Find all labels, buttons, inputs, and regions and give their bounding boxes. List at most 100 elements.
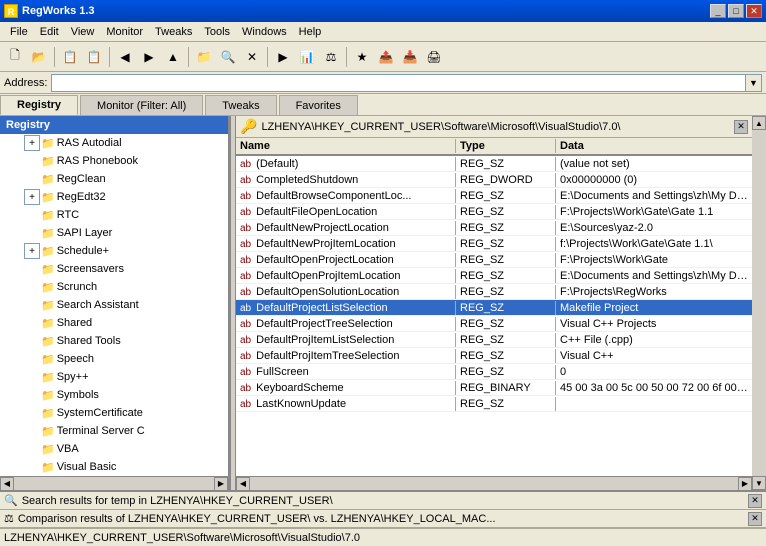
tb-open[interactable]: 📂 (28, 46, 50, 68)
expander-schedule[interactable]: + (24, 243, 40, 259)
minimize-button[interactable]: _ (710, 4, 726, 18)
address-dropdown-button[interactable]: ▼ (746, 74, 762, 92)
table-row[interactable]: ab CompletedShutdown REG_DWORD 0x0000000… (236, 172, 752, 188)
tree-item-visual-basic[interactable]: 📁 Visual Basic (0, 458, 228, 476)
tree-scroll-left-btn[interactable]: ◀ (0, 477, 14, 491)
tb-sep-4 (267, 47, 268, 67)
tab-favorites[interactable]: Favorites (279, 95, 358, 115)
row-name: ab DefaultOpenSolutionLocation (236, 285, 456, 299)
close-button[interactable]: ✕ (746, 4, 762, 18)
table-row[interactable]: ab LastKnownUpdate REG_SZ (236, 396, 752, 412)
tb-run[interactable]: ▶ (272, 46, 294, 68)
folder-icon-visual-basic: 📁 (41, 461, 55, 474)
menu-windows[interactable]: Windows (236, 24, 293, 40)
tb-bookmark[interactable]: ★ (351, 46, 373, 68)
tree-item-spy[interactable]: 📁 Spy++ (0, 368, 228, 386)
menu-file[interactable]: File (4, 24, 34, 40)
tree-item-symbols[interactable]: 📁 Symbols (0, 386, 228, 404)
maximize-button[interactable]: □ (728, 4, 744, 18)
tree-content[interactable]: + 📁 RAS Autodial 📁 RAS Phonebook 📁 RegCl… (0, 134, 228, 476)
tree-item-systemcertificate[interactable]: 📁 SystemCertificate (0, 404, 228, 422)
title-bar-left: R RegWorks 1.3 (4, 4, 95, 18)
col-header-name: Name (236, 139, 456, 153)
comparison-results-close-button[interactable]: ✕ (748, 512, 762, 526)
table-row[interactable]: ab DefaultProjectTreeSelection REG_SZ Vi… (236, 316, 752, 332)
tb-import[interactable]: 📥 (399, 46, 421, 68)
tree-item-ras-autodial[interactable]: + 📁 RAS Autodial (0, 134, 228, 152)
tree-item-vba[interactable]: 📁 VBA (0, 440, 228, 458)
tree-item-screensavers[interactable]: 📁 Screensavers (0, 260, 228, 278)
tb-search[interactable]: 🔍 (217, 46, 239, 68)
bottom-panels: 🔍 Search results for temp in LZHENYA\HKE… (0, 490, 766, 528)
tb-print[interactable]: 🖨 (423, 46, 445, 68)
table-horiz-scrollbar[interactable]: ◀ ▶ (236, 476, 752, 490)
table-row[interactable]: ab DefaultBrowseComponentLoc... REG_SZ E… (236, 188, 752, 204)
tree-item-shared[interactable]: 📁 Shared (0, 314, 228, 332)
tab-tweaks[interactable]: Tweaks (205, 95, 276, 115)
search-results-close-button[interactable]: ✕ (748, 494, 762, 508)
tb-folder[interactable]: 📁 (193, 46, 215, 68)
tab-registry[interactable]: Registry (0, 95, 78, 115)
tree-item-scrunch[interactable]: 📁 Scrunch (0, 278, 228, 296)
tree-item-regclean[interactable]: 📁 RegClean (0, 170, 228, 188)
tb-clear[interactable]: ✕ (241, 46, 263, 68)
table-row[interactable]: ab DefaultOpenProjItemLocation REG_SZ E:… (236, 268, 752, 284)
table-scroll-up-btn[interactable]: ▲ (752, 116, 766, 130)
table-row[interactable]: ab DefaultNewProjItemLocation REG_SZ f:\… (236, 236, 752, 252)
tb-forward[interactable]: ▶ (138, 46, 160, 68)
table-row[interactable]: ab DefaultProjItemTreeSelection REG_SZ V… (236, 348, 752, 364)
table-row[interactable]: ab DefaultProjItemListSelection REG_SZ C… (236, 332, 752, 348)
table-row-selected[interactable]: ab DefaultProjectListSelection REG_SZ Ma… (236, 300, 752, 316)
table-row[interactable]: ab DefaultOpenSolutionLocation REG_SZ F:… (236, 284, 752, 300)
table-body[interactable]: ab (Default) REG_SZ (value not set) ab C… (236, 156, 752, 476)
tb-back[interactable]: ◀ (114, 46, 136, 68)
menu-tools[interactable]: Tools (198, 24, 236, 40)
tree-item-schedule[interactable]: + 📁 Schedule+ (0, 242, 228, 260)
ab-icon: ab (240, 239, 251, 250)
tb-export[interactable]: 📤 (375, 46, 397, 68)
expander-spy (24, 369, 40, 385)
table-row[interactable]: ab FullScreen REG_SZ 0 (236, 364, 752, 380)
menu-tweaks[interactable]: Tweaks (149, 24, 198, 40)
menu-monitor[interactable]: Monitor (100, 24, 149, 40)
tree-item-regedt32[interactable]: + 📁 RegEdt32 (0, 188, 228, 206)
table-scroll-down-btn[interactable]: ▼ (752, 476, 766, 490)
address-input[interactable] (51, 74, 746, 92)
title-bar: R RegWorks 1.3 _ □ ✕ (0, 0, 766, 22)
path-bar: 🔑 LZHENYA\HKEY_CURRENT_USER\Software\Mic… (236, 116, 752, 138)
tb-paste[interactable]: 📋 (83, 46, 105, 68)
tree-item-terminal-server[interactable]: 📁 Terminal Server C (0, 422, 228, 440)
table-vert-scrollbar[interactable]: ▲ ▼ (752, 116, 766, 490)
tb-compare[interactable]: ⚖ (320, 46, 342, 68)
menu-edit[interactable]: Edit (34, 24, 65, 40)
table-scroll-left-btn[interactable]: ◀ (236, 477, 250, 491)
table-row[interactable]: ab KeyboardScheme REG_BINARY 45 00 3a 00… (236, 380, 752, 396)
tb-new[interactable]: 🗋 (4, 46, 26, 68)
expander-regedt32[interactable]: + (24, 189, 40, 205)
row-data: F:\Projects\Work\Gate (556, 253, 752, 267)
tb-up[interactable]: ▲ (162, 46, 184, 68)
table-scroll-right-btn[interactable]: ▶ (738, 477, 752, 491)
tb-monitor[interactable]: 📊 (296, 46, 318, 68)
table-row[interactable]: ab DefaultOpenProjectLocation REG_SZ F:\… (236, 252, 752, 268)
menu-help[interactable]: Help (293, 24, 328, 40)
tree-item-speech[interactable]: 📁 Speech (0, 350, 228, 368)
tree-item-shared-tools[interactable]: 📁 Shared Tools (0, 332, 228, 350)
table-row[interactable]: ab DefaultNewProjectLocation REG_SZ E:\S… (236, 220, 752, 236)
path-close-button[interactable]: ✕ (734, 120, 748, 134)
table-row[interactable]: ab (Default) REG_SZ (value not set) (236, 156, 752, 172)
tab-monitor[interactable]: Monitor (Filter: All) (80, 95, 203, 115)
tree-item-ras-phonebook[interactable]: 📁 RAS Phonebook (0, 152, 228, 170)
tree-horiz-scrollbar[interactable]: ◀ ▶ (0, 476, 228, 490)
ab-icon: ab (240, 223, 251, 234)
row-name: ab DefaultProjItemListSelection (236, 333, 456, 347)
ab-icon: ab (240, 175, 251, 186)
tb-copy[interactable]: 📋 (59, 46, 81, 68)
tree-item-sapi-layer[interactable]: 📁 SAPI Layer (0, 224, 228, 242)
table-row[interactable]: ab DefaultFileOpenLocation REG_SZ F:\Pro… (236, 204, 752, 220)
tree-item-rtc[interactable]: 📁 RTC (0, 206, 228, 224)
tree-item-search-assistant[interactable]: 📁 Search Assistant (0, 296, 228, 314)
expander-ras-autodial[interactable]: + (24, 135, 40, 151)
menu-view[interactable]: View (65, 24, 101, 40)
tree-scroll-right-btn[interactable]: ▶ (214, 477, 228, 491)
